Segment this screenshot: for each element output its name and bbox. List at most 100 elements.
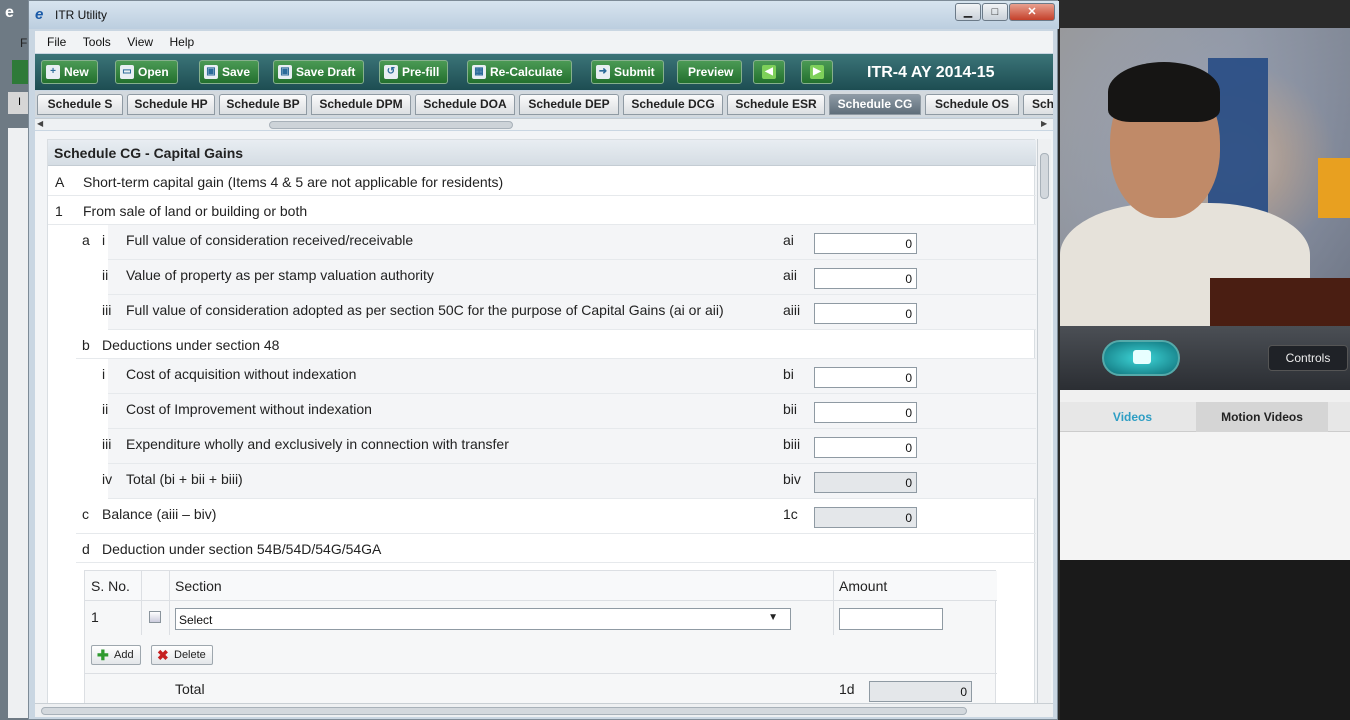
row-code: biii bbox=[783, 436, 801, 452]
form-content: Schedule CG - Capital Gains A Short-term… bbox=[35, 131, 1053, 703]
tab-videos[interactable]: Videos bbox=[1060, 402, 1205, 432]
row-code: aii bbox=[783, 267, 798, 283]
cost-improvement-input[interactable]: 0 bbox=[814, 402, 917, 423]
save-draft-button[interactable]: ▣ Save Draft bbox=[273, 60, 365, 84]
row-code: aiii bbox=[783, 302, 801, 318]
section-dropdown[interactable]: Select ▼ bbox=[175, 608, 791, 630]
cost-acquisition-input[interactable]: 0 bbox=[814, 367, 917, 388]
tab-schedule-more[interactable]: Sch bbox=[1023, 94, 1053, 115]
arrow-right-icon: ▶ bbox=[810, 65, 824, 79]
bg-toolbar bbox=[12, 60, 28, 84]
row-a-letter-small: a bbox=[82, 232, 90, 248]
stamp-value-input[interactable]: 0 bbox=[814, 268, 917, 289]
video-tabs: Videos Motion Videos bbox=[1060, 390, 1350, 560]
menu-bar: File Tools View Help bbox=[35, 31, 1053, 53]
close-button[interactable]: ✕ bbox=[1009, 3, 1055, 21]
horizontal-scroll-thumb[interactable] bbox=[41, 707, 967, 715]
tab-schedule-dep[interactable]: Schedule DEP bbox=[519, 94, 619, 115]
menu-view[interactable]: View bbox=[127, 35, 153, 49]
title-bar[interactable]: e ITR Utility ▁ □ ✕ bbox=[29, 1, 1059, 29]
row-text: Total (bi + bii + biii) bbox=[126, 471, 243, 487]
roman: ii bbox=[102, 401, 109, 417]
submit-arrow-icon: ➜ bbox=[596, 65, 610, 79]
tab-schedule-os[interactable]: Schedule OS bbox=[925, 94, 1019, 115]
menu-help[interactable]: Help bbox=[170, 35, 195, 49]
horizontal-scrollbar[interactable] bbox=[35, 703, 1053, 717]
deduction-table-header: S. No. Section Amount bbox=[85, 571, 997, 601]
prefill-icon: ↺ bbox=[384, 65, 398, 79]
plus-icon: ✚ bbox=[97, 647, 109, 663]
prefill-button[interactable]: ↺ Pre-fill bbox=[379, 60, 449, 84]
col-section: Section bbox=[175, 578, 222, 594]
adopted-value-input[interactable]: 0 bbox=[814, 303, 917, 324]
new-button[interactable]: + New bbox=[41, 60, 98, 84]
save-button[interactable]: ▣ Save bbox=[199, 60, 260, 84]
open-button[interactable]: ▭ Open bbox=[115, 60, 178, 84]
tab-schedule-hp[interactable]: Schedule HP bbox=[127, 94, 215, 115]
deduction-table: S. No. Section Amount 1 Select ▼ ✚ Add ✖… bbox=[84, 570, 997, 703]
tab-schedule-dpm[interactable]: Schedule DPM bbox=[311, 94, 411, 115]
scroll-right-icon[interactable]: ▶ bbox=[1041, 119, 1047, 128]
tab-schedule-esr[interactable]: Schedule ESR bbox=[727, 94, 825, 115]
delete-row-button[interactable]: ✖ Delete bbox=[151, 645, 213, 665]
row-select-checkbox[interactable] bbox=[149, 611, 161, 623]
tab-schedule-doa[interactable]: Schedule DOA bbox=[415, 94, 515, 115]
desktop: e F I e ITR Utility ▁ □ ✕ File Tools Vie… bbox=[0, 0, 1350, 720]
vertical-scroll-thumb[interactable] bbox=[1040, 153, 1049, 199]
roman: iii bbox=[102, 302, 112, 318]
tabs-scroll-thumb[interactable] bbox=[269, 121, 513, 129]
delete-x-icon: ✖ bbox=[157, 647, 169, 663]
total-deduction-field: 0 bbox=[869, 681, 972, 702]
tab-schedule-s[interactable]: Schedule S bbox=[37, 94, 123, 115]
roman: ii bbox=[102, 267, 109, 283]
menu-tools[interactable]: Tools bbox=[83, 35, 111, 49]
roman: iii bbox=[102, 436, 112, 452]
row-c-text: Balance (aiii – biv) bbox=[102, 506, 217, 522]
arrow-left-icon: ◀ bbox=[762, 65, 776, 79]
row-text: Full value of consideration received/rec… bbox=[126, 232, 414, 248]
tab-schedule-cg[interactable]: Schedule CG bbox=[829, 94, 921, 115]
expenditure-input[interactable]: 0 bbox=[814, 437, 917, 458]
row-b-ii: ii Cost of Improvement without indexatio… bbox=[102, 394, 1036, 429]
background-window: e F I bbox=[0, 0, 28, 720]
video-decoration bbox=[1318, 158, 1350, 218]
next-button[interactable]: ▶ bbox=[801, 60, 833, 84]
row-c: c Balance (aiii – biv) 1c 0 bbox=[76, 499, 1036, 534]
scroll-left-icon[interactable]: ◀ bbox=[37, 119, 43, 128]
deduction-total-row: Total 1d 0 bbox=[85, 673, 997, 703]
amount-input[interactable] bbox=[839, 608, 943, 630]
row-d-text: Deduction under section 54B/54D/54G/54GA bbox=[102, 541, 382, 557]
open-label: Open bbox=[138, 65, 169, 79]
vertical-scrollbar[interactable] bbox=[1037, 139, 1051, 703]
row-a-ii: ii Value of property as per stamp valuat… bbox=[102, 260, 1036, 295]
row-b-letter: b bbox=[82, 337, 90, 353]
row-text: Cost of acquisition without indexation bbox=[126, 366, 357, 382]
delete-label: Delete bbox=[174, 649, 206, 661]
webcam-feed bbox=[1060, 28, 1350, 326]
add-row-button[interactable]: ✚ Add bbox=[91, 645, 141, 665]
row-a-letter: A bbox=[55, 174, 65, 190]
add-label: Add bbox=[114, 649, 134, 661]
preview-button[interactable]: Preview bbox=[677, 60, 743, 84]
maximize-button[interactable]: □ bbox=[982, 3, 1008, 21]
submit-button[interactable]: ➜ Submit bbox=[591, 60, 664, 84]
menu-file[interactable]: File bbox=[47, 35, 66, 49]
row-1: 1 From sale of land or building or both bbox=[48, 196, 1036, 225]
tab-motion-videos[interactable]: Motion Videos bbox=[1196, 402, 1328, 432]
controls-button[interactable]: Controls bbox=[1268, 345, 1348, 371]
preview-label: Preview bbox=[688, 65, 734, 79]
row-text: Value of property as per stamp valuation… bbox=[126, 267, 434, 283]
row-sno: 1 bbox=[91, 609, 99, 625]
minimize-button[interactable]: ▁ bbox=[955, 3, 981, 21]
camera-button[interactable] bbox=[1102, 340, 1180, 376]
recalculate-button[interactable]: ▦ Re-Calculate bbox=[467, 60, 572, 84]
prefill-label: Pre-fill bbox=[402, 65, 440, 79]
tabs-scrollbar[interactable]: ◀ ▶ bbox=[35, 118, 1053, 130]
save-draft-icon: ▣ bbox=[278, 65, 292, 79]
col-divider bbox=[141, 571, 142, 635]
tab-schedule-bp[interactable]: Schedule BP bbox=[219, 94, 307, 115]
full-value-input[interactable]: 0 bbox=[814, 233, 917, 254]
balance-field: 0 bbox=[814, 507, 917, 528]
tab-schedule-dcg[interactable]: Schedule DCG bbox=[623, 94, 723, 115]
previous-button[interactable]: ◀ bbox=[753, 60, 785, 84]
